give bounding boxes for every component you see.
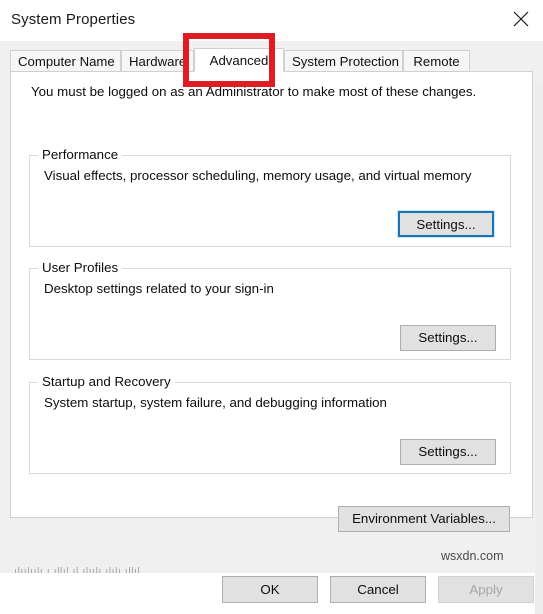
title-bar: System Properties [0,0,543,41]
tab-page-advanced: You must be logged on as an Administrato… [10,71,533,518]
close-icon [513,11,529,27]
right-edge-shade [535,82,543,614]
tab-advanced[interactable]: Advanced [194,48,284,72]
group-user-profiles: User Profiles Desktop settings related t… [29,260,511,360]
tab-system-protection[interactable]: System Protection [284,50,403,71]
close-button[interactable] [499,2,543,32]
tab-label: Remote [413,54,460,69]
tab-hardware[interactable]: Hardware [121,50,194,71]
apply-button: Apply [438,576,534,603]
group-performance-description: Visual effects, processor scheduling, me… [44,168,472,183]
group-startup-recovery-description: System startup, system failure, and debu… [44,395,387,410]
group-user-profiles-description: Desktop settings related to your sign-in [44,281,274,296]
administrator-note: You must be logged on as an Administrato… [31,84,477,99]
bottom-edge-artifact: ılıılıılı ı ıllıl ıl ılıılı ılılı ıllıl [14,566,141,573]
tab-label: Advanced [209,53,269,68]
tab-computer-name[interactable]: Computer Name [10,50,121,71]
tab-remote[interactable]: Remote [403,50,470,71]
tab-strip: Computer Name Hardware Advanced System P… [10,48,533,72]
group-performance: Performance Visual effects, processor sc… [29,147,511,247]
dialog-client-area: Computer Name Hardware Advanced System P… [0,41,543,614]
group-startup-recovery: Startup and Recovery System startup, sys… [29,374,511,474]
performance-settings-button[interactable]: Settings... [397,210,495,238]
tab-label: Hardware [129,54,187,69]
user-profiles-settings-button[interactable]: Settings... [400,325,496,351]
system-properties-dialog: System Properties Computer Name Hardware… [0,0,543,614]
startup-recovery-settings-button[interactable]: Settings... [400,439,496,465]
group-user-profiles-label: User Profiles [38,260,123,275]
tab-label: Computer Name [18,54,115,69]
environment-variables-button[interactable]: Environment Variables... [338,506,510,532]
window-title: System Properties [11,11,136,28]
ok-button[interactable]: OK [222,576,318,603]
watermark: wsxdn.com [441,549,504,563]
cancel-button[interactable]: Cancel [330,576,426,603]
group-startup-recovery-label: Startup and Recovery [38,374,175,389]
tab-label: System Protection [292,54,400,69]
group-performance-label: Performance [38,147,123,162]
